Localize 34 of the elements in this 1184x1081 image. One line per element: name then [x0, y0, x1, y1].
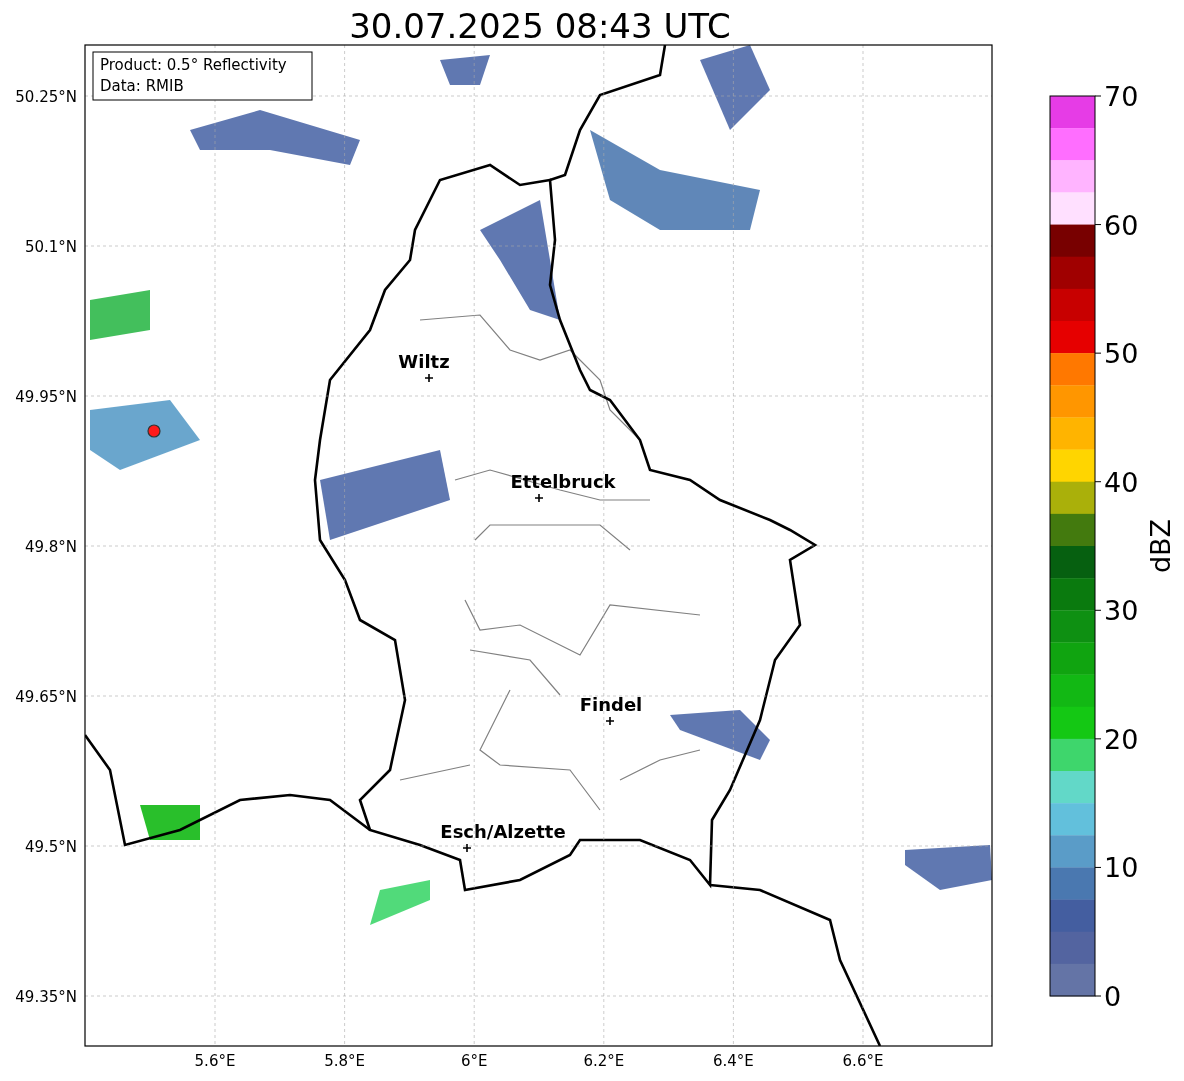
legend-text: Data: RMIB: [100, 77, 184, 95]
colorbar-tick-label: 30: [1104, 595, 1139, 627]
colorbar-tick-label: 40: [1104, 466, 1139, 498]
colorbar-tick-label: 50: [1104, 338, 1139, 370]
city-label: Esch/Alzette: [440, 821, 566, 842]
colorbar-tick-label: 60: [1104, 209, 1139, 241]
city-marker-icon: [534, 493, 544, 503]
y-tick-label: 49.95°N: [15, 388, 77, 406]
x-tick-label: 6.2°E: [583, 1052, 625, 1070]
x-tick-label: 5.6°E: [194, 1052, 236, 1070]
y-tick-label: 49.65°N: [15, 688, 77, 706]
legend-text: Product: 0.5° Reflectivity: [100, 56, 287, 74]
city-label: Ettelbruck: [510, 471, 616, 492]
colorbar-tick-label: 10: [1104, 852, 1139, 884]
radar-site-marker: [147, 424, 161, 438]
x-tick-label: 6.4°E: [713, 1052, 754, 1070]
y-tick-label: 49.8°N: [24, 538, 77, 556]
y-tick-label: 49.35°N: [15, 988, 77, 1006]
y-tick-label: 49.5°N: [24, 838, 77, 856]
colorbar-tick-label: 20: [1104, 723, 1139, 755]
plot-title: 30.07.2025 08:43 UTC: [349, 6, 731, 46]
x-tick-label: 6°E: [460, 1052, 488, 1070]
city-marker-icon: [424, 373, 434, 383]
y-tick-label: 50.1°N: [24, 238, 77, 256]
x-tick-label: 6.6°E: [842, 1052, 884, 1070]
colorbar-tick-label: 70: [1104, 81, 1139, 112]
colorbar-label: dBZ: [1145, 518, 1176, 574]
x-tick-label: 5.8°E: [324, 1052, 365, 1070]
colorbar-tick-label: 0: [1104, 981, 1122, 1012]
city-label: Findel: [579, 694, 643, 715]
city-label: Wiltz: [398, 351, 450, 372]
y-tick-label: 50.25°N: [15, 88, 77, 106]
city-marker-icon: [605, 716, 615, 726]
city-marker-icon: [462, 843, 472, 853]
